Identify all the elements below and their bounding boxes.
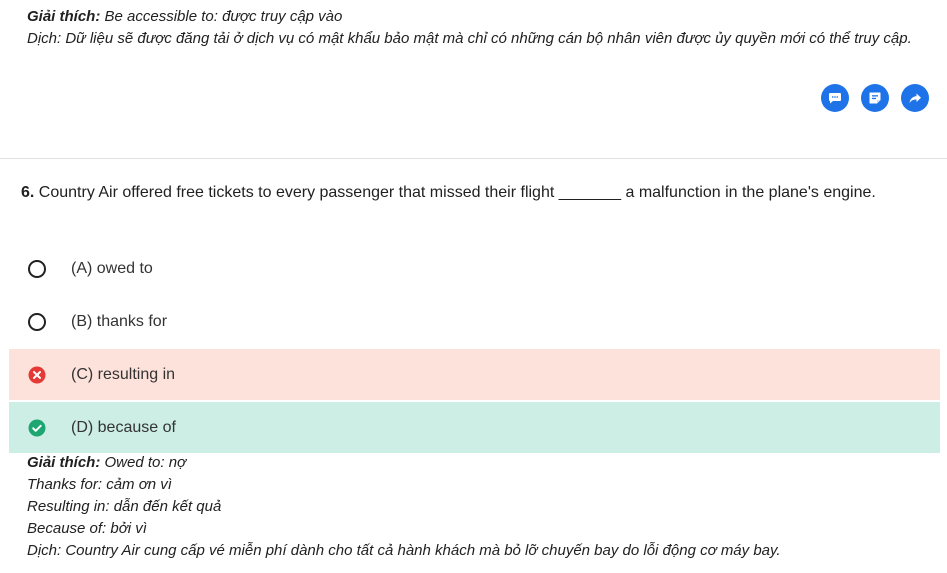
option-label: (D) because of: [71, 418, 176, 436]
share-icon: [909, 93, 921, 103]
option-c[interactable]: (C) resulting in: [9, 349, 940, 400]
note-icon: [869, 92, 881, 104]
wrong-icon: [28, 366, 46, 384]
comment-button[interactable]: [821, 84, 849, 112]
option-a[interactable]: (A) owed to: [9, 243, 940, 294]
previous-explanation: Giải thích: Be accessible to: được truy …: [27, 6, 932, 50]
option-label: (C) resulting in: [71, 365, 176, 383]
option-b[interactable]: (B) thanks for: [9, 296, 940, 347]
action-buttons: [821, 84, 929, 112]
question-number: 6.: [21, 184, 35, 201]
radio-button[interactable]: [28, 312, 46, 331]
quiz-page: Giải thích: Be accessible to: được truy …: [0, 0, 947, 573]
option-label: (A) owed to: [71, 259, 153, 277]
share-button[interactable]: [901, 84, 929, 112]
comment-icon: [829, 93, 841, 104]
note-button[interactable]: [861, 84, 889, 112]
answer-explanation: Giải thích: Owed to: nợ Thanks for: cảm …: [27, 452, 932, 562]
section-divider: [0, 158, 947, 159]
option-label: (B) thanks for: [71, 312, 168, 330]
explanation-line: Because of: bởi vì: [27, 520, 147, 537]
question-body: Country Air offered free tickets to ever…: [34, 184, 876, 201]
check-icon: [28, 419, 46, 437]
explanation-line: Thanks for: cảm ơn vì: [27, 476, 172, 493]
previous-explain-text: Be accessible to: được truy cập vào: [100, 8, 343, 25]
explanation-translation: Dịch: Country Air cung cấp vé miễn phí d…: [27, 542, 781, 559]
radio-button[interactable]: [28, 259, 46, 278]
option-d[interactable]: (D) because of: [9, 402, 940, 453]
previous-translation: Dịch: Dữ liệu sẽ được đăng tải ở dịch vụ…: [27, 30, 912, 47]
explanation-line: Owed to: nợ: [100, 454, 187, 471]
explanation-line: Resulting in: dẫn đến kết quả: [27, 498, 222, 515]
previous-explain-heading: Giải thích:: [27, 8, 101, 25]
question-text: 6. Country Air offered free tickets to e…: [21, 181, 926, 205]
explanation-heading: Giải thích:: [27, 454, 101, 471]
